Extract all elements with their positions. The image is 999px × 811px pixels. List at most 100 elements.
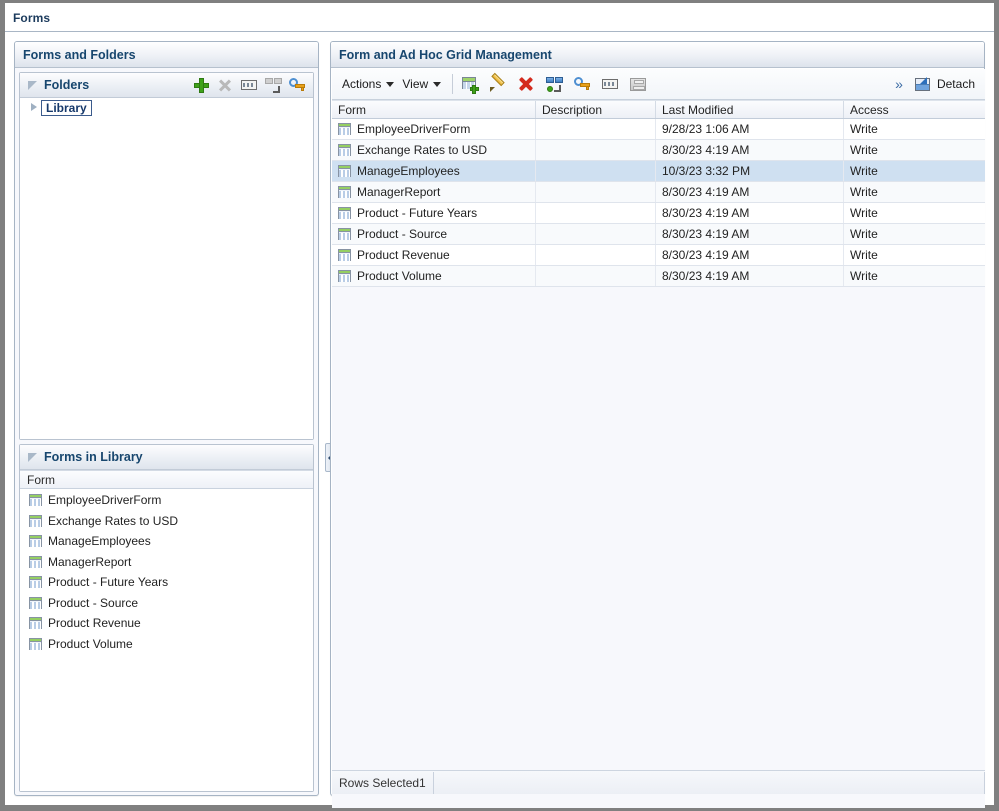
cell-last-modified: 8/30/23 4:19 AM: [656, 182, 844, 202]
tree-node-library-label[interactable]: Library: [41, 99, 92, 116]
folders-subpanel-header: Folders: [20, 73, 313, 98]
detach-button[interactable]: Detach: [909, 73, 979, 96]
table-row[interactable]: Product - Future Years 8/30/23 4:19 AM Wri…: [332, 203, 985, 224]
detach-label: Detach: [936, 77, 975, 91]
cell-last-modified: 8/30/23 4:19 AM: [656, 245, 844, 265]
view-menu-label: View: [402, 77, 429, 91]
table-row[interactable]: Product Volume 8/30/23 4:19 AM Write: [332, 266, 985, 287]
assign-permissions-icon[interactable]: [572, 74, 592, 94]
list-item[interactable]: Product - Future Years: [20, 572, 313, 593]
form-grid-icon: [29, 576, 42, 589]
list-item-label: Product - Future Years: [48, 575, 169, 590]
cell-last-modified: 8/30/23 4:19 AM: [656, 266, 844, 286]
cell-form-label: ManagerReport: [357, 185, 441, 199]
column-header-description[interactable]: Description: [536, 101, 656, 118]
list-item[interactable]: ManageEmployees: [20, 531, 313, 552]
list-item-label: ManageEmployees: [48, 534, 151, 549]
cell-form-label: Product Revenue: [357, 248, 450, 262]
form-management-panel: Form and Ad Hoc Grid Management Actions …: [330, 41, 985, 808]
column-header-access[interactable]: Access: [844, 101, 985, 118]
table-row[interactable]: ManagerReport 8/30/23 4:19 AM Write: [332, 182, 985, 203]
collapse-triangle-icon[interactable]: [28, 452, 39, 463]
cell-last-modified: 10/3/23 3:32 PM: [656, 161, 844, 181]
forms-in-library-list: EmployeeDriverForm Exchange Rates to USD M…: [20, 490, 313, 791]
application-window: Forms Forms and Folders Folders Library …: [0, 0, 999, 811]
cell-form: Exchange Rates to USD: [332, 140, 536, 160]
edit-form-icon[interactable]: [488, 72, 508, 94]
page-tab-forms[interactable]: Forms: [13, 11, 50, 25]
cell-form: Product Volume: [332, 266, 536, 286]
rename-form-icon[interactable]: [600, 74, 620, 94]
cell-access: Write: [850, 185, 878, 199]
add-folder-icon[interactable]: [191, 75, 211, 95]
cell-description: [536, 119, 656, 139]
forms-table: Form Description Last Modified Access Em…: [332, 100, 985, 808]
list-item[interactable]: Product - Source: [20, 593, 313, 614]
cell-form-label: Product - Source: [357, 227, 448, 241]
move-folder-icon[interactable]: [263, 75, 283, 95]
form-grid-icon: [29, 617, 42, 630]
cell-description: [536, 161, 656, 181]
forms-in-library-column-header[interactable]: Form: [20, 470, 313, 489]
view-menu-button[interactable]: View: [398, 75, 445, 93]
cell-access: Write: [850, 122, 878, 136]
cell-access: Write: [850, 206, 878, 220]
cell-form: Product - Source: [332, 224, 536, 244]
table-row[interactable]: Product - Source 8/30/23 4:19 AM Write: [332, 224, 985, 245]
cell-access: Write: [850, 248, 878, 262]
expand-arrow-icon[interactable]: [28, 101, 41, 114]
form-grid-icon: [338, 249, 351, 261]
form-management-toolbar: Actions View » Detach: [332, 69, 985, 100]
cell-form: EmployeeDriverForm: [332, 119, 536, 139]
form-grid-icon: [29, 535, 42, 548]
save-form-icon[interactable]: [628, 74, 648, 94]
column-header-last-modified[interactable]: Last Modified: [656, 101, 844, 118]
cell-form: ManageEmployees: [332, 161, 536, 181]
forms-in-library-header: Forms in Library: [20, 445, 313, 470]
list-item[interactable]: Product Revenue: [20, 613, 313, 634]
forms-in-library-column-label: Form: [27, 472, 55, 487]
table-row[interactable]: Exchange Rates to USD 8/30/23 4:19 AM Writ…: [332, 140, 985, 161]
list-item[interactable]: Product Volume: [20, 634, 313, 655]
delete-folder-icon[interactable]: [215, 75, 235, 95]
assign-permissions-icon[interactable]: [287, 75, 307, 95]
forms-and-folders-title: Forms and Folders: [23, 47, 136, 62]
move-form-icon[interactable]: [544, 74, 564, 94]
cell-access: Write: [850, 143, 878, 157]
cell-description: [536, 203, 656, 223]
rename-folder-icon[interactable]: [239, 75, 259, 95]
actions-menu-label: Actions: [342, 77, 382, 91]
collapse-triangle-icon[interactable]: [28, 80, 39, 91]
cell-form-label: Product - Future Years: [357, 206, 478, 220]
table-row[interactable]: Product Revenue 8/30/23 4:19 AM Write: [332, 245, 985, 266]
cell-last-modified: 8/30/23 4:19 AM: [656, 224, 844, 244]
create-form-icon[interactable]: [460, 74, 480, 94]
column-header-form[interactable]: Form: [332, 101, 536, 118]
form-grid-icon: [29, 514, 42, 527]
cell-form-label: EmployeeDriverForm: [357, 122, 471, 136]
status-bar-filler: [434, 771, 985, 794]
form-grid-icon: [338, 123, 351, 135]
content-area: Forms and Folders Folders Library Forms …: [5, 32, 994, 808]
tree-node-library[interactable]: Library: [20, 98, 313, 117]
list-item[interactable]: ManagerReport: [20, 552, 313, 573]
list-item-label: ManagerReport: [48, 554, 132, 569]
cell-form-label: Product Volume: [357, 269, 442, 283]
delete-form-icon[interactable]: [516, 74, 536, 94]
actions-menu-button[interactable]: Actions: [338, 75, 398, 93]
cell-last-modified: 9/28/23 1:06 AM: [656, 119, 844, 139]
cell-description: [536, 224, 656, 244]
table-row[interactable]: EmployeeDriverForm 9/28/23 1:06 AM Write: [332, 119, 985, 140]
list-item[interactable]: EmployeeDriverForm: [20, 490, 313, 511]
list-item[interactable]: Exchange Rates to USD: [20, 511, 313, 532]
list-item-label: Product Revenue: [48, 616, 141, 631]
table-row[interactable]: ManageEmployees 10/3/23 3:32 PM Write: [332, 161, 985, 182]
forms-table-body: EmployeeDriverForm 9/28/23 1:06 AM Write Ex…: [332, 119, 985, 287]
cell-access: Write: [850, 227, 878, 241]
toolbar-overflow-button[interactable]: »: [889, 77, 909, 91]
cell-description: [536, 245, 656, 265]
rows-selected-status: Rows Selected1: [332, 771, 434, 794]
form-grid-icon: [29, 494, 42, 507]
forms-and-folders-header: Forms and Folders: [15, 42, 318, 68]
cell-form: Product - Future Years: [332, 203, 536, 223]
